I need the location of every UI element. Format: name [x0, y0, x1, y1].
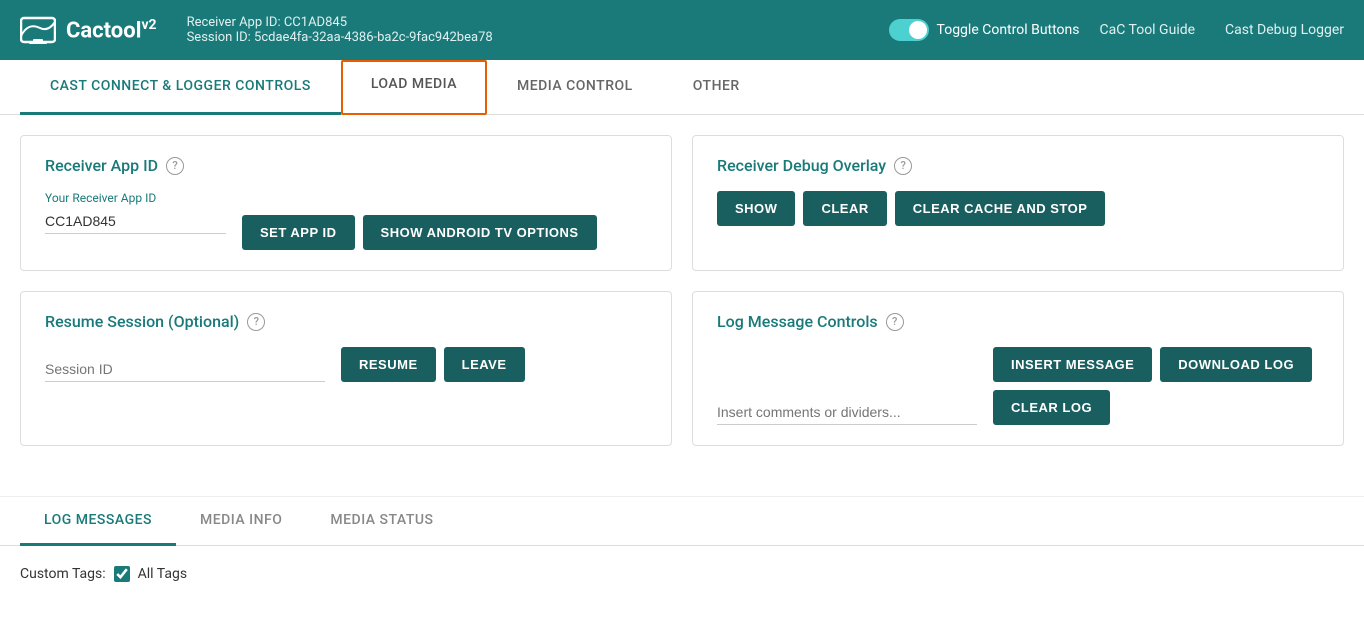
- header-links: CaC Tool Guide Cast Debug Logger: [1100, 22, 1345, 38]
- receiver-app-id-title: Receiver App ID ?: [45, 156, 647, 175]
- tab-load-media[interactable]: LOAD MEDIA: [341, 60, 487, 115]
- cast-icon: [20, 12, 56, 48]
- cac-tool-guide-link[interactable]: CaC Tool Guide: [1100, 22, 1196, 38]
- tab-media-status[interactable]: MEDIA STATUS: [306, 497, 457, 546]
- log-message-title: Log Message Controls ?: [717, 312, 1319, 331]
- custom-tags-label: Custom Tags:: [20, 566, 106, 582]
- clear-debug-button[interactable]: CLEAR: [803, 191, 886, 226]
- cards-grid: Receiver App ID ? Your Receiver App ID S…: [20, 135, 1344, 446]
- show-debug-button[interactable]: SHOW: [717, 191, 795, 226]
- log-message-row: INSERT MESSAGE DOWNLOAD LOG CLEAR LOG: [717, 347, 1319, 425]
- receiver-app-id-info: Receiver App ID: CC1AD845: [187, 15, 869, 30]
- log-message-card: Log Message Controls ? INSERT MESSAGE DO…: [692, 291, 1344, 446]
- resume-session-row: RESUME LEAVE: [45, 347, 647, 382]
- main-content: Receiver App ID ? Your Receiver App ID S…: [0, 115, 1364, 486]
- tab-media-info[interactable]: MEDIA INFO: [176, 497, 306, 546]
- log-message-help-icon[interactable]: ?: [886, 313, 904, 331]
- receiver-app-id-input-group: Your Receiver App ID: [45, 191, 226, 234]
- bottom-section: LOG MESSAGES MEDIA INFO MEDIA STATUS Cus…: [0, 496, 1364, 602]
- resume-button[interactable]: RESUME: [341, 347, 436, 382]
- receiver-app-id-help-icon[interactable]: ?: [166, 157, 184, 175]
- receiver-app-id-card: Receiver App ID ? Your Receiver App ID S…: [20, 135, 672, 271]
- toggle-label: Toggle Control Buttons: [937, 22, 1080, 38]
- download-log-button[interactable]: DOWNLOAD LOG: [1160, 347, 1312, 382]
- comment-input[interactable]: [717, 400, 977, 425]
- receiver-app-id-input[interactable]: [45, 209, 226, 234]
- tab-cast-connect[interactable]: CAST CONNECT & LOGGER CONTROLS: [20, 60, 341, 115]
- resume-session-help-icon[interactable]: ?: [247, 313, 265, 331]
- receiver-app-id-buttons: SET APP ID SHOW ANDROID TV OPTIONS: [242, 215, 597, 250]
- toggle-area: Toggle Control Buttons: [889, 19, 1080, 41]
- insert-message-button[interactable]: INSERT MESSAGE: [993, 347, 1152, 382]
- all-tags-checkbox[interactable]: [114, 566, 130, 582]
- logo-text: Cactoolv2: [66, 17, 157, 43]
- main-nav: CAST CONNECT & LOGGER CONTROLS LOAD MEDI…: [0, 60, 1364, 115]
- all-tags-label: All Tags: [138, 566, 187, 582]
- app-header: Cactoolv2 Receiver App ID: CC1AD845 Sess…: [0, 0, 1364, 60]
- session-id-info: Session ID: 5cdae4fa-32aa-4386-ba2c-9fac…: [187, 30, 869, 45]
- receiver-debug-buttons: SHOW CLEAR CLEAR CACHE AND STOP: [717, 191, 1319, 226]
- resume-session-card: Resume Session (Optional) ? RESUME LEAVE: [20, 291, 672, 446]
- cast-debug-logger-link[interactable]: Cast Debug Logger: [1225, 22, 1344, 38]
- receiver-debug-card: Receiver Debug Overlay ? SHOW CLEAR CLEA…: [692, 135, 1344, 271]
- tab-log-messages[interactable]: LOG MESSAGES: [20, 497, 176, 546]
- show-android-tv-options-button[interactable]: SHOW ANDROID TV OPTIONS: [363, 215, 597, 250]
- tab-other[interactable]: OTHER: [663, 60, 770, 115]
- custom-tags-row: Custom Tags: All Tags: [20, 566, 1344, 582]
- leave-button[interactable]: LEAVE: [444, 347, 525, 382]
- log-message-buttons: INSERT MESSAGE DOWNLOAD LOG CLEAR LOG: [993, 347, 1312, 425]
- tab-media-control[interactable]: MEDIA CONTROL: [487, 60, 663, 115]
- receiver-app-id-row: Your Receiver App ID SET APP ID SHOW AND…: [45, 191, 647, 250]
- resume-session-buttons: RESUME LEAVE: [341, 347, 525, 382]
- session-id-input[interactable]: [45, 357, 325, 382]
- receiver-app-id-input-label: Your Receiver App ID: [45, 191, 226, 205]
- logo-area: Cactoolv2: [20, 12, 157, 48]
- receiver-debug-help-icon[interactable]: ?: [894, 157, 912, 175]
- bottom-content: Custom Tags: All Tags: [0, 546, 1364, 602]
- bottom-tab-nav: LOG MESSAGES MEDIA INFO MEDIA STATUS: [0, 497, 1364, 546]
- toggle-control-buttons[interactable]: [889, 19, 929, 41]
- resume-session-title: Resume Session (Optional) ?: [45, 312, 647, 331]
- clear-log-button[interactable]: CLEAR LOG: [993, 390, 1110, 425]
- clear-cache-stop-button[interactable]: CLEAR CACHE AND STOP: [895, 191, 1106, 226]
- receiver-debug-title: Receiver Debug Overlay ?: [717, 156, 1319, 175]
- set-app-id-button[interactable]: SET APP ID: [242, 215, 355, 250]
- header-info: Receiver App ID: CC1AD845 Session ID: 5c…: [187, 15, 869, 45]
